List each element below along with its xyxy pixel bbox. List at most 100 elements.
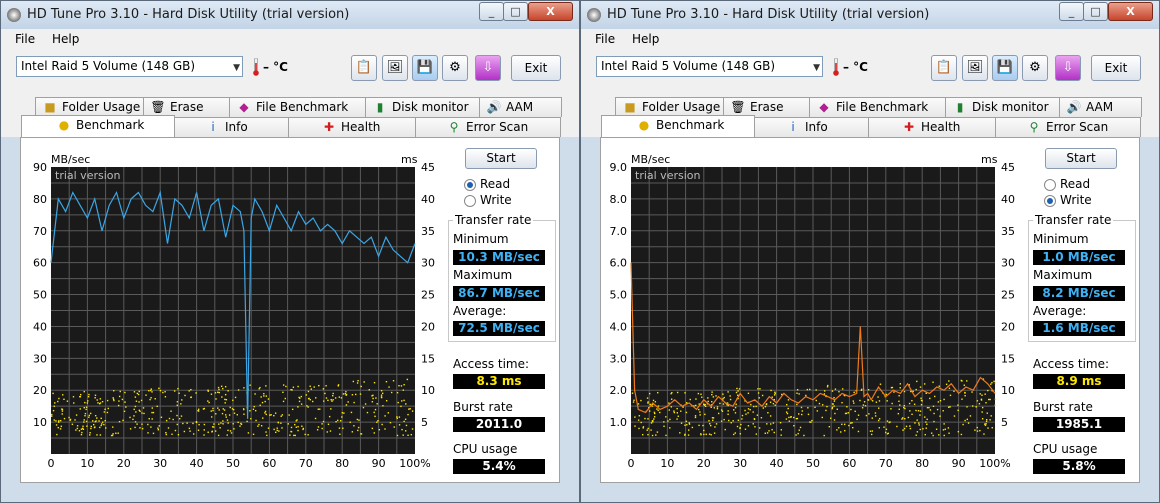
radio-read[interactable]: Read (464, 177, 564, 192)
menu-file[interactable]: File (595, 32, 615, 46)
access-time-point (124, 391, 126, 394)
options-button[interactable]: ⚙ (442, 55, 468, 81)
close-button[interactable]: X (1108, 2, 1153, 21)
access-time-point (833, 419, 836, 421)
access-time-point (178, 392, 180, 394)
tab-error-scan[interactable]: ⚲ Error Scan (995, 117, 1141, 137)
access-time-point (376, 403, 378, 405)
access-time-point (143, 412, 145, 415)
access-time-point (273, 414, 275, 417)
options-button[interactable]: ⚙ (1022, 55, 1048, 81)
access-time-point (981, 418, 984, 420)
save-button[interactable]: 💾 (992, 55, 1018, 81)
tab-aam[interactable]: 🔊 AAM (1059, 97, 1142, 117)
temperature-readout: – °C (843, 60, 868, 74)
access-time-point (334, 397, 337, 399)
access-time-point (282, 384, 285, 386)
exit-button[interactable]: Exit (1091, 55, 1141, 81)
tab-folder-usage[interactable]: ■ Folder Usage (615, 97, 724, 117)
radio-write[interactable]: Write (1044, 193, 1144, 208)
exit-button[interactable]: Exit (511, 55, 561, 81)
maximize-button[interactable]: □ (503, 2, 528, 21)
copy-text-button[interactable]: 📋 (931, 55, 957, 81)
tab-erase[interactable]: 🗑 Erase (723, 97, 810, 117)
download-button[interactable]: ⇩ (1055, 55, 1081, 81)
access-time-point (803, 434, 805, 437)
copy-screenshot-button[interactable]: 🖼 (382, 55, 408, 81)
access-time-point (759, 388, 761, 390)
access-time-point (651, 434, 654, 437)
tab-folder-usage[interactable]: ■ Folder Usage (35, 97, 144, 117)
start-button[interactable]: Start (1045, 148, 1117, 169)
access-time-point (771, 396, 773, 398)
drive-select-value: Intel Raid 5 Volume (148 GB) (601, 59, 776, 73)
menu-bar: File Help (1, 29, 579, 49)
drive-select[interactable]: Intel Raid 5 Volume (148 GB) ▼ (16, 56, 243, 77)
tab-aam[interactable]: 🔊 AAM (479, 97, 562, 117)
access-time-point (94, 420, 97, 423)
radio-read[interactable]: Read (1044, 177, 1144, 192)
access-time-point (877, 419, 880, 422)
download-button[interactable]: ⇩ (475, 55, 501, 81)
access-time-point (644, 417, 646, 420)
access-time-point (874, 412, 877, 414)
access-time-point (937, 401, 940, 403)
maximize-button[interactable]: □ (1083, 2, 1108, 21)
radio-write[interactable]: Write (464, 193, 564, 208)
menu-file[interactable]: File (15, 32, 35, 46)
access-time-point (189, 430, 191, 432)
access-time-point (987, 427, 989, 429)
access-time-point (684, 434, 686, 436)
tab-benchmark[interactable]: ● Benchmark (601, 115, 755, 137)
access-time-point (170, 410, 172, 412)
tab-health[interactable]: ✚ Health (288, 117, 416, 137)
access-time-point (844, 423, 846, 426)
title-bar[interactable]: HD Tune Pro 3.10 - Hard Disk Utility (tr… (581, 1, 1159, 29)
drive-select[interactable]: Intel Raid 5 Volume (148 GB) ▼ (596, 56, 823, 77)
left-tick-label: 80 (33, 193, 47, 206)
copy-text-button[interactable]: 📋 (351, 55, 377, 81)
menu-help[interactable]: Help (52, 32, 79, 46)
access-time-point (222, 423, 224, 425)
access-time-point (277, 421, 279, 424)
save-button[interactable]: 💾 (412, 55, 438, 81)
menu-help[interactable]: Help (632, 32, 659, 46)
tab-health[interactable]: ✚ Health (868, 117, 996, 137)
tab-disk-monitor[interactable]: ▮ Disk monitor (945, 97, 1060, 117)
minimize-button[interactable]: _ (479, 2, 504, 21)
access-time-point (265, 385, 267, 387)
access-time-point (770, 423, 772, 425)
radio-read-label: Read (480, 177, 511, 191)
access-time-point (319, 408, 321, 410)
access-time-point (830, 417, 832, 419)
tab-info[interactable]: i Info (174, 117, 289, 137)
tab-error-scan[interactable]: ⚲ Error Scan (415, 117, 561, 137)
tab-file-benchmark[interactable]: ◆ File Benchmark (809, 97, 946, 117)
access-time-point (93, 423, 95, 426)
access-time-point (916, 380, 918, 383)
tab-info[interactable]: i Info (754, 117, 869, 137)
start-button[interactable]: Start (465, 148, 537, 169)
access-time-point (905, 425, 908, 428)
access-time-point (969, 415, 972, 417)
tab-erase[interactable]: 🗑 Erase (143, 97, 230, 117)
access-time-point (942, 429, 945, 431)
minimize-button[interactable]: _ (1059, 2, 1084, 21)
access-time-point (981, 406, 984, 409)
tab-file-benchmark[interactable]: ◆ File Benchmark (229, 97, 366, 117)
access-time-point (381, 392, 384, 395)
right-tick-label: 20 (1001, 320, 1015, 333)
x-tick-label: 70 (879, 457, 893, 470)
close-button[interactable]: X (528, 2, 573, 21)
x-tick-label: 40 (770, 457, 784, 470)
access-time-point (400, 405, 402, 408)
access-time-point (657, 405, 660, 407)
tab-label: Error Scan (1046, 120, 1109, 134)
title-bar[interactable]: HD Tune Pro 3.10 - Hard Disk Utility (tr… (1, 1, 579, 29)
access-time-point (176, 401, 179, 403)
copy-screenshot-button[interactable]: 🖼 (962, 55, 988, 81)
tab-benchmark[interactable]: ● Benchmark (21, 115, 175, 137)
access-time-point (72, 396, 75, 398)
tab-disk-monitor[interactable]: ▮ Disk monitor (365, 97, 480, 117)
access-time-point (898, 400, 900, 402)
